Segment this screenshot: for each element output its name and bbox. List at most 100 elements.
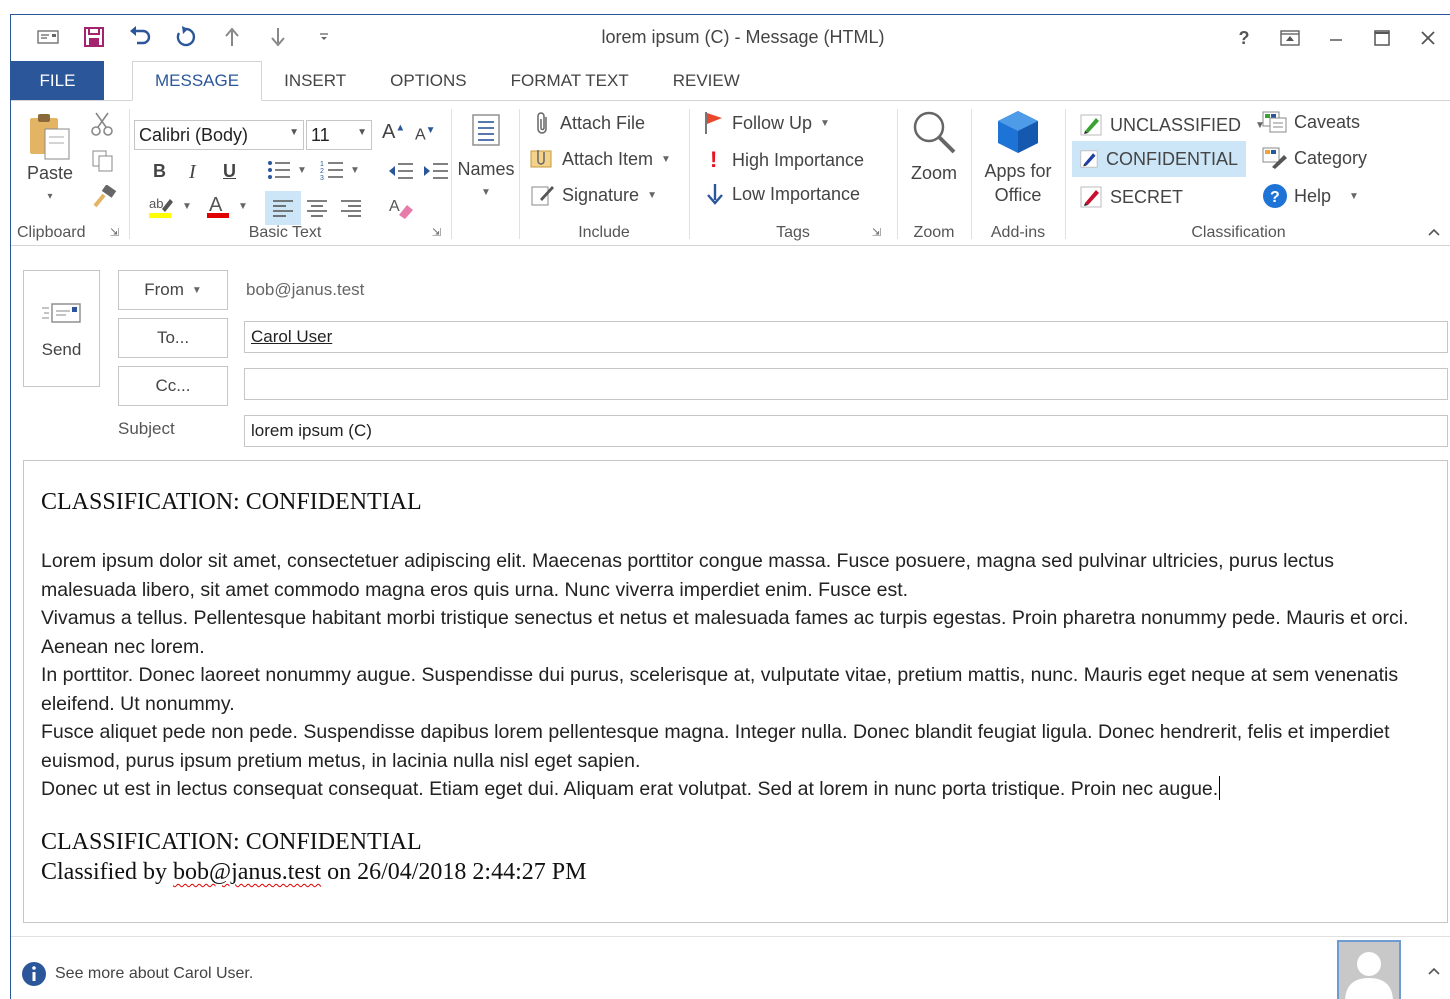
secret-button[interactable]: SECRET	[1076, 181, 1187, 213]
to-field[interactable]: Carol User	[244, 321, 1448, 353]
tab-options[interactable]: OPTIONS	[368, 61, 489, 101]
category-button[interactable]: Category	[1262, 147, 1367, 169]
subject-label: Subject	[118, 419, 175, 438]
align-center-icon[interactable]	[306, 199, 328, 220]
chevron-down-icon: ▼	[182, 200, 192, 212]
people-pane-info[interactable]: See more about Carol User.	[21, 961, 253, 987]
grow-font-icon[interactable]: A▲	[382, 121, 405, 144]
ribbon: Paste ▾ Clipboard ⇲ Calibri (Body) ▼ 11 …	[11, 100, 1450, 246]
avatar[interactable]	[1337, 940, 1401, 999]
attach-item-icon	[530, 150, 552, 168]
classification-group: UNCLASSIFIED ▼ CONFIDENTIAL SECRET Cavea…	[1066, 101, 1450, 246]
align-left-icon[interactable]	[265, 191, 301, 225]
send-button[interactable]: Send	[23, 270, 100, 387]
copy-icon[interactable]	[91, 149, 115, 176]
font-family-combo[interactable]: Calibri (Body) ▼	[134, 120, 304, 150]
decrease-indent-icon[interactable]	[388, 161, 414, 184]
confidential-button[interactable]: CONFIDENTIAL	[1072, 141, 1246, 177]
clear-formatting-icon[interactable]: A	[388, 195, 414, 222]
bold-button[interactable]: B	[153, 161, 166, 182]
tags-launcher-icon[interactable]: ⇲	[872, 226, 881, 239]
zoom-button[interactable]: Zoom	[902, 109, 966, 185]
cc-field[interactable]	[244, 368, 1448, 400]
tab-file[interactable]: FILE	[11, 61, 104, 101]
confidential-label: CONFIDENTIAL	[1105, 148, 1238, 169]
italic-button[interactable]: I	[189, 161, 196, 184]
attach-item-label: Attach Item	[562, 148, 654, 169]
attach-file-button[interactable]: Attach File	[534, 111, 645, 135]
window-controls: ?	[1221, 21, 1450, 55]
increase-indent-icon[interactable]	[423, 161, 449, 184]
apps-for-label-line1: Apps for	[984, 161, 1052, 181]
to-recipient[interactable]: Carol User	[251, 327, 332, 347]
message-body[interactable]: CLASSIFICATION: CONFIDENTIAL Lorem ipsum…	[23, 460, 1448, 923]
font-size-combo[interactable]: 11 ▼	[306, 120, 372, 150]
address-book-icon	[472, 114, 500, 146]
underline-button[interactable]: U	[223, 161, 236, 182]
numbering-icon[interactable]: 123 ▼	[320, 159, 360, 181]
chevron-down-icon: ▼	[191, 284, 202, 296]
classified-by-email: bob@janus.test	[173, 859, 322, 885]
magnifier-icon	[913, 111, 956, 154]
body-paragraph: Donec ut est in lectus consequat consequ…	[41, 778, 1219, 800]
collapse-ribbon-icon[interactable]	[1427, 224, 1441, 240]
pen-green-icon	[1080, 114, 1102, 136]
subject-field[interactable]: lorem ipsum (C)	[244, 415, 1448, 447]
paste-button[interactable]: Paste ▾	[25, 111, 75, 209]
svg-text:A: A	[209, 194, 223, 216]
category-label: Category	[1294, 147, 1368, 168]
flag-icon	[705, 112, 722, 134]
follow-up-button[interactable]: Follow Up ▼	[704, 111, 830, 135]
bullets-icon[interactable]: ▼	[267, 159, 307, 181]
apps-for-office-button[interactable]: Apps for Office	[976, 109, 1060, 207]
names-label: Names	[457, 159, 515, 179]
minimize-icon[interactable]	[1313, 21, 1359, 55]
svg-text:A: A	[389, 198, 400, 215]
paste-label: Paste	[26, 163, 74, 183]
to-button[interactable]: To...	[118, 318, 228, 358]
low-importance-label: Low Importance	[732, 183, 861, 204]
classified-by-suffix: on 26/04/2018 2:44:27 PM	[321, 859, 587, 885]
names-button[interactable]: Names ▼	[456, 113, 516, 205]
send-envelope-icon	[41, 302, 81, 323]
unclassified-button[interactable]: UNCLASSIFIED ▼	[1076, 109, 1269, 141]
clipboard-icon	[30, 114, 70, 160]
classification-header: CLASSIFICATION: CONFIDENTIAL	[41, 489, 422, 515]
title-bar: lorem ipsum (C) - Message (HTML) ?	[11, 15, 1450, 59]
high-importance-button[interactable]: ! High Importance	[710, 147, 864, 173]
help-button[interactable]: ?	[1221, 21, 1267, 55]
maximize-icon[interactable]	[1359, 21, 1405, 55]
close-icon[interactable]	[1405, 21, 1450, 55]
caveats-button[interactable]: Caveats	[1262, 111, 1360, 133]
follow-up-label: Follow Up	[732, 112, 813, 133]
pen-blue-icon	[1080, 150, 1098, 168]
tab-insert[interactable]: INSERT	[262, 61, 368, 101]
cc-button[interactable]: Cc...	[118, 366, 228, 406]
tab-review[interactable]: REVIEW	[651, 61, 762, 101]
people-pane-text: See more about Carol User.	[55, 965, 254, 982]
highlight-color-icon[interactable]: ab ▼	[148, 193, 192, 219]
clipboard-launcher-icon[interactable]: ⇲	[110, 226, 119, 239]
ribbon-display-options-icon[interactable]	[1267, 21, 1313, 55]
tab-format-text[interactable]: FORMAT TEXT	[489, 61, 651, 101]
from-button[interactable]: From ▼	[118, 270, 228, 310]
basic-text-launcher-icon[interactable]: ⇲	[432, 226, 441, 239]
cut-icon[interactable]	[89, 111, 115, 140]
signature-button[interactable]: Signature ▼	[530, 183, 657, 207]
collapse-people-pane-icon[interactable]	[1427, 963, 1441, 979]
zoom-label: Zoom	[910, 163, 957, 183]
office-store-icon	[998, 111, 1038, 153]
font-color-icon[interactable]: A ▼	[206, 193, 248, 219]
align-right-icon[interactable]	[340, 199, 362, 220]
classified-by-line: Classified by bob@janus.test on 26/04/20…	[41, 859, 586, 886]
help-classification-button[interactable]: ? Help ▼	[1262, 183, 1359, 209]
info-icon	[22, 962, 46, 986]
low-importance-button[interactable]: Low Importance	[706, 183, 860, 205]
chevron-down-icon: ▼	[350, 164, 360, 176]
attach-item-button[interactable]: Attach Item ▼	[530, 147, 671, 171]
body-paragraph: Lorem ipsum dolor sit amet, consectetuer…	[41, 550, 1335, 601]
format-painter-icon[interactable]	[91, 184, 117, 212]
tab-message[interactable]: MESSAGE	[132, 61, 263, 101]
ribbon-tabs: FILE MESSAGE INSERT OPTIONS FORMAT TEXT …	[11, 61, 1450, 101]
shrink-font-icon[interactable]: A▼	[415, 125, 436, 144]
